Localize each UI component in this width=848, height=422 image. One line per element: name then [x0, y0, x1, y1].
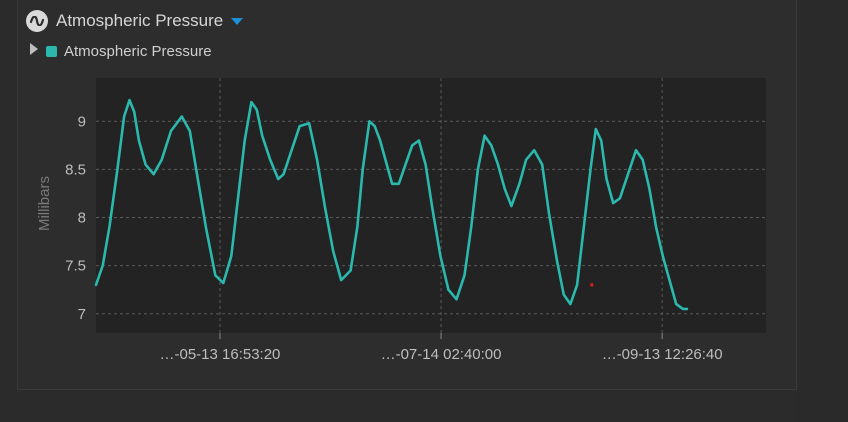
y-tick-label: 8 [78, 210, 86, 227]
y-tick-label: 7 [78, 306, 86, 323]
y-tick-label: 7.5 [65, 258, 86, 275]
y-tick-label: 9 [78, 113, 86, 130]
y-tick-label: 8.5 [65, 161, 86, 178]
x-tick-label: …-07-14 02:40:00 [381, 346, 502, 363]
pressure-chart: 7 7.5 8 8.5 9 …-05-13 16:53:20 …-07-14 02:40:… [36, 78, 766, 363]
x-tick-label: …-09-13 12:26:40 [602, 346, 723, 363]
outlier-point [590, 283, 594, 287]
x-tick-label: …-05-13 16:53:20 [159, 346, 280, 363]
y-axis-label: Millibars [36, 176, 53, 231]
